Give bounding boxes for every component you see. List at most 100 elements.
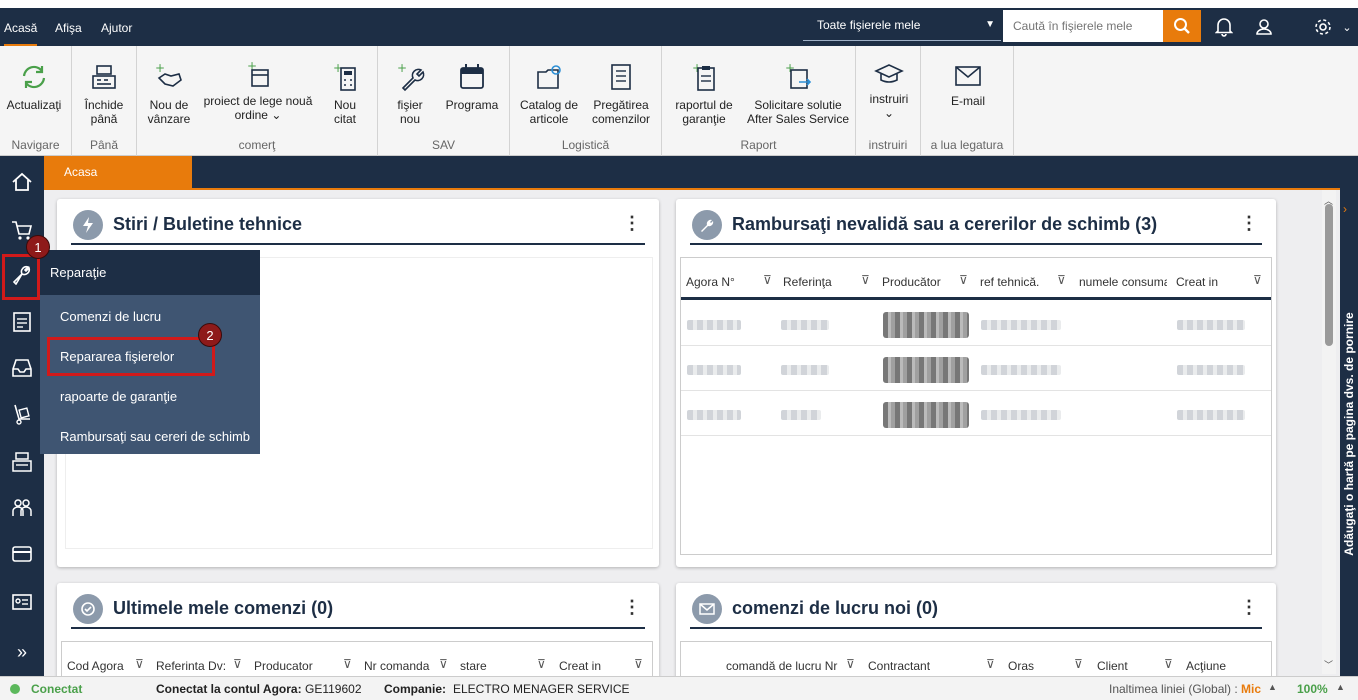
notifications-button[interactable] bbox=[1213, 16, 1235, 38]
refunds-table: Agora N° ⊽ Referinţa ⊽ Producător ⊽ ref … bbox=[680, 257, 1272, 555]
sidebar-item-documents[interactable] bbox=[0, 304, 44, 340]
sidebar-item-payments[interactable] bbox=[0, 536, 44, 572]
warranty-report-button[interactable]: + raportul de garanţie bbox=[668, 62, 740, 126]
more-options-button[interactable]: ⋮ bbox=[1240, 213, 1258, 234]
col-producator[interactable]: Producator bbox=[254, 659, 313, 673]
row-height-value[interactable]: Mic bbox=[1241, 682, 1261, 696]
col-actiune[interactable]: Acţiune bbox=[1186, 659, 1226, 673]
col-producator[interactable]: Producător bbox=[882, 275, 941, 289]
search-input[interactable] bbox=[1003, 10, 1163, 42]
col-referinta[interactable]: Referinţa bbox=[783, 275, 832, 289]
filter-icon[interactable]: ⊽ bbox=[1074, 657, 1083, 671]
sidebar-item-home[interactable] bbox=[0, 164, 44, 200]
new-quote-button[interactable]: + Nou citat bbox=[323, 62, 367, 126]
email-button[interactable]: E-mail bbox=[941, 64, 995, 108]
account-value: GE119602 bbox=[305, 682, 362, 696]
table-row[interactable] bbox=[681, 302, 1271, 346]
group-label: Logistică bbox=[561, 138, 610, 152]
filter-icon[interactable]: ⊽ bbox=[846, 657, 855, 671]
manufacturer-logo bbox=[883, 357, 969, 383]
new-file-button[interactable]: + fişier nou bbox=[386, 62, 434, 126]
sidebar-item-till[interactable] bbox=[0, 444, 44, 480]
sidebar-item-contacts[interactable] bbox=[0, 584, 44, 620]
ribbon-group-sav: + fişier nou Programa SAV bbox=[378, 46, 510, 156]
graduation-cap-icon bbox=[874, 64, 904, 83]
filter-icon[interactable]: ⊽ bbox=[537, 657, 546, 671]
training-button[interactable]: instruiri ⌄ bbox=[862, 62, 916, 120]
tab-acasa[interactable]: Acasa bbox=[44, 156, 192, 188]
user-button[interactable] bbox=[1253, 16, 1275, 38]
filter-icon[interactable]: ⊽ bbox=[233, 657, 242, 671]
zoom-value[interactable]: 100% bbox=[1297, 682, 1328, 696]
caret-up-icon[interactable]: ▲ bbox=[1336, 682, 1345, 692]
group-label: Raport bbox=[740, 138, 777, 152]
more-options-button[interactable]: ⋮ bbox=[1240, 597, 1258, 618]
scroll-down-icon[interactable]: ﹀ bbox=[1324, 658, 1333, 671]
wrench-icon: + bbox=[397, 62, 425, 92]
filter-icon[interactable]: ⊽ bbox=[439, 657, 448, 671]
filter-icon[interactable]: ⊽ bbox=[959, 273, 968, 287]
col-referinta-dv[interactable]: Referinta Dv: bbox=[156, 659, 228, 673]
col-ref-tehnica[interactable]: ref tehnică. bbox=[980, 275, 1039, 289]
sidebar-expand-button[interactable]: » bbox=[0, 634, 44, 670]
filter-icon[interactable]: ⊽ bbox=[1057, 273, 1066, 287]
filter-icon[interactable]: ⊽ bbox=[1253, 273, 1262, 287]
ribbon-group-instruiri: instruiri ⌄ instruiri bbox=[856, 46, 921, 156]
new-quote-label: Nou citat bbox=[333, 98, 356, 126]
col-agora[interactable]: Agora N° bbox=[686, 275, 735, 289]
file-filter-select[interactable]: Toate fişierele mele ▼ bbox=[803, 11, 1001, 41]
more-options-button[interactable]: ⋮ bbox=[623, 213, 641, 234]
table-row[interactable] bbox=[681, 392, 1271, 436]
scroll-thumb[interactable] bbox=[1325, 204, 1333, 346]
vertical-scrollbar[interactable]: ︿ ﹀ bbox=[1322, 190, 1336, 674]
after-sales-request-button[interactable]: + Solicitare solutie After Sales Service bbox=[746, 62, 850, 126]
filter-icon[interactable]: ⊽ bbox=[986, 657, 995, 671]
col-oras[interactable]: Oras bbox=[1008, 659, 1034, 673]
handshake-icon: + bbox=[155, 62, 182, 87]
refresh-button[interactable]: Actualizaţi bbox=[4, 62, 64, 112]
col-creat-in[interactable]: Creat in bbox=[1176, 275, 1218, 289]
close-till-button[interactable]: Închide până bbox=[78, 64, 130, 126]
catalog-button[interactable]: Catalog de articole bbox=[516, 62, 582, 126]
col-stare[interactable]: stare bbox=[460, 659, 487, 673]
more-options-button[interactable]: ⋮ bbox=[623, 597, 641, 618]
schedule-button[interactable]: Programa bbox=[442, 62, 502, 112]
menu-afisa[interactable]: Afişa bbox=[55, 8, 82, 46]
caret-up-icon[interactable]: ▲ bbox=[1268, 682, 1277, 692]
new-order-label: proiect de lege nouă ordine bbox=[203, 94, 313, 122]
step-badge-1: 1 bbox=[26, 235, 50, 259]
sidebar-item-logistics[interactable] bbox=[0, 396, 44, 432]
col-work-order-nr[interactable]: comandă de lucru Nr bbox=[726, 659, 837, 673]
menu-item-work-orders[interactable]: Comenzi de lucru bbox=[60, 309, 161, 324]
menu-item-warranty-reports[interactable]: rapoarte de garanţie bbox=[60, 389, 177, 404]
repair-dropdown-header: Reparaţie bbox=[40, 250, 260, 295]
col-contractant[interactable]: Contractant bbox=[868, 659, 930, 673]
order-prep-button[interactable]: Pregătirea comenzilor bbox=[588, 62, 654, 126]
col-nr-comanda[interactable]: Nr comanda bbox=[364, 659, 429, 673]
filter-icon[interactable]: ⊽ bbox=[135, 657, 144, 671]
new-order-button[interactable]: + proiect de lege nouă ordine ⌄ bbox=[203, 60, 313, 122]
calculator-icon: + bbox=[333, 62, 356, 91]
col-numele-consuma[interactable]: numele consuma bbox=[1079, 275, 1167, 289]
search-button[interactable] bbox=[1163, 10, 1201, 42]
table-row[interactable] bbox=[681, 347, 1271, 391]
filter-icon[interactable]: ⊽ bbox=[343, 657, 352, 671]
filter-icon[interactable]: ⊽ bbox=[763, 273, 772, 287]
sidebar-item-inbox[interactable] bbox=[0, 350, 44, 386]
filter-icon[interactable]: ⊽ bbox=[634, 657, 643, 671]
col-creat-in[interactable]: Creat in bbox=[559, 659, 601, 673]
menu-item-refund-requests[interactable]: Rambursaţi sau cereri de schimb bbox=[60, 429, 260, 444]
expand-button[interactable]: ⌄ bbox=[1337, 16, 1357, 38]
filter-icon[interactable]: ⊽ bbox=[1164, 657, 1173, 671]
sidebar-item-customers[interactable] bbox=[0, 490, 44, 526]
id-card-icon bbox=[12, 594, 32, 610]
filter-icon[interactable]: ⊽ bbox=[861, 273, 870, 287]
col-cod-agora[interactable]: Cod Agora bbox=[67, 659, 124, 673]
svg-text:+: + bbox=[397, 62, 407, 75]
add-map-side-tab[interactable]: › Adăugaţi o hartă pe pagina dvs. de por… bbox=[1340, 188, 1358, 676]
settings-button[interactable] bbox=[1312, 16, 1334, 38]
col-client[interactable]: Client bbox=[1097, 659, 1128, 673]
menu-ajutor[interactable]: Ajutor bbox=[101, 8, 132, 46]
new-sale-button[interactable]: + Nou de vânzare bbox=[143, 62, 195, 126]
menu-acasa[interactable]: Acasă bbox=[4, 8, 38, 46]
